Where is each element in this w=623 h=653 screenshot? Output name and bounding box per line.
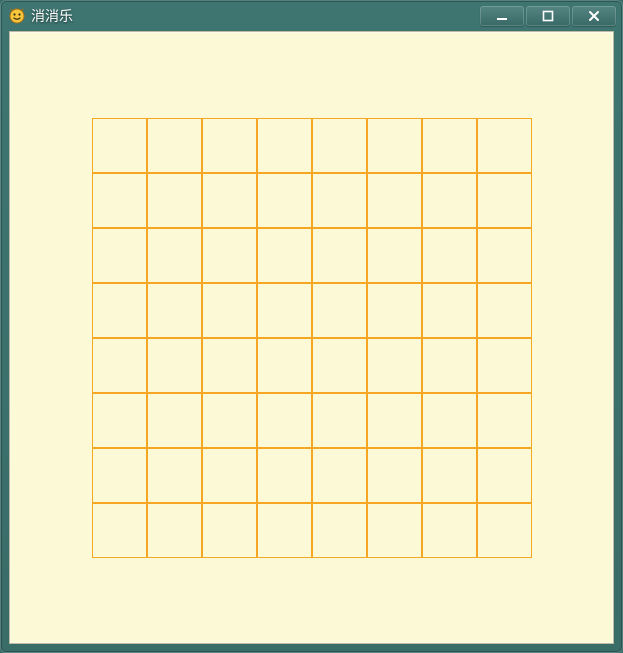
grid-cell[interactable]: [202, 503, 257, 558]
grid-cell[interactable]: [477, 283, 532, 338]
grid-cell[interactable]: [147, 118, 202, 173]
grid-cell[interactable]: [367, 118, 422, 173]
window-controls: [480, 6, 616, 26]
grid-cell[interactable]: [312, 228, 367, 283]
maximize-button[interactable]: [526, 6, 570, 26]
client-area: [9, 31, 614, 644]
grid-cell[interactable]: [147, 448, 202, 503]
maximize-icon: [541, 9, 555, 23]
grid-cell[interactable]: [312, 338, 367, 393]
grid-cell[interactable]: [202, 118, 257, 173]
grid-cell[interactable]: [92, 283, 147, 338]
grid-cell[interactable]: [367, 283, 422, 338]
grid-cell[interactable]: [422, 503, 477, 558]
grid-cell[interactable]: [477, 393, 532, 448]
grid-cell[interactable]: [477, 173, 532, 228]
grid-cell[interactable]: [147, 338, 202, 393]
grid-cell[interactable]: [257, 503, 312, 558]
minimize-button[interactable]: [480, 6, 524, 26]
app-icon: [9, 8, 25, 24]
grid-cell[interactable]: [92, 503, 147, 558]
grid-cell[interactable]: [202, 283, 257, 338]
grid-cell[interactable]: [477, 228, 532, 283]
grid-cell[interactable]: [367, 503, 422, 558]
grid-cell[interactable]: [422, 338, 477, 393]
grid-cell[interactable]: [312, 118, 367, 173]
grid-cell[interactable]: [367, 338, 422, 393]
grid-cell[interactable]: [312, 283, 367, 338]
grid-cell[interactable]: [202, 173, 257, 228]
minimize-icon: [495, 9, 509, 23]
grid-cell[interactable]: [257, 228, 312, 283]
grid-cell[interactable]: [257, 173, 312, 228]
grid-cell[interactable]: [92, 173, 147, 228]
grid-cell[interactable]: [147, 283, 202, 338]
game-board[interactable]: [92, 118, 532, 558]
close-button[interactable]: [572, 6, 616, 26]
grid-cell[interactable]: [257, 448, 312, 503]
titlebar[interactable]: 消消乐: [1, 1, 622, 31]
window-frame: 消消乐: [0, 0, 623, 653]
grid-cell[interactable]: [202, 393, 257, 448]
grid-cell[interactable]: [257, 338, 312, 393]
grid-cell[interactable]: [422, 448, 477, 503]
grid-cell[interactable]: [147, 228, 202, 283]
grid-cell[interactable]: [202, 338, 257, 393]
grid-cell[interactable]: [422, 118, 477, 173]
grid-cell[interactable]: [257, 118, 312, 173]
close-icon: [587, 9, 601, 23]
grid-cell[interactable]: [477, 448, 532, 503]
grid-cell[interactable]: [422, 228, 477, 283]
grid-cell[interactable]: [312, 173, 367, 228]
window-title: 消消乐: [31, 6, 73, 26]
grid-cell[interactable]: [312, 393, 367, 448]
grid-cell[interactable]: [422, 283, 477, 338]
grid-cell[interactable]: [367, 393, 422, 448]
grid-cell[interactable]: [422, 173, 477, 228]
grid-cell[interactable]: [92, 338, 147, 393]
grid-cell[interactable]: [367, 448, 422, 503]
grid-cell[interactable]: [202, 228, 257, 283]
grid-cell[interactable]: [477, 118, 532, 173]
grid-cell[interactable]: [202, 448, 257, 503]
grid-cell[interactable]: [257, 393, 312, 448]
grid-cell[interactable]: [477, 503, 532, 558]
grid-cell[interactable]: [367, 228, 422, 283]
grid-cell[interactable]: [147, 503, 202, 558]
grid-cell[interactable]: [147, 393, 202, 448]
grid-cell[interactable]: [477, 338, 532, 393]
grid-cell[interactable]: [92, 393, 147, 448]
grid-cell[interactable]: [312, 503, 367, 558]
grid-cell[interactable]: [257, 283, 312, 338]
grid-cell[interactable]: [312, 448, 367, 503]
grid-cell[interactable]: [92, 228, 147, 283]
grid-cell[interactable]: [422, 393, 477, 448]
grid-cell[interactable]: [367, 173, 422, 228]
grid-cell[interactable]: [92, 448, 147, 503]
grid-cell[interactable]: [92, 118, 147, 173]
grid-cell[interactable]: [147, 173, 202, 228]
